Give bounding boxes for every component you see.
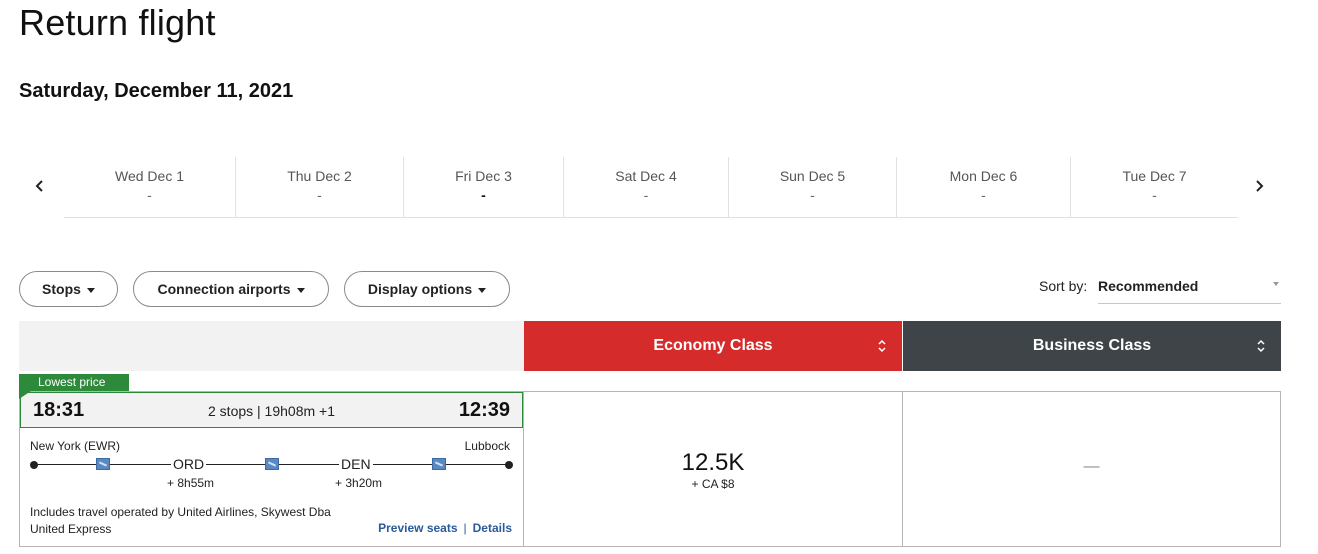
- flight-card: 18:31 2 stops | 19h08m +1 12:39 New York…: [19, 391, 524, 547]
- link-separator: |: [463, 521, 467, 535]
- date-cell-dec-3[interactable]: Fri Dec 3 -: [404, 157, 564, 217]
- layover-ord: + 8h55m: [167, 476, 215, 490]
- sort-select[interactable]: Recommended: [1098, 270, 1281, 304]
- stop-code-ord: ORD: [171, 456, 207, 472]
- connection-airports-filter-button[interactable]: Connection airports: [133, 271, 329, 307]
- caret-down-icon: [296, 287, 305, 293]
- display-options-filter-label: Display options: [367, 281, 473, 297]
- date-price: -: [147, 187, 152, 203]
- layover-den: + 3h20m: [335, 476, 383, 490]
- date-strip: Wed Dec 1 - Thu Dec 2 - Fri Dec 3 - Sat …: [64, 157, 1238, 218]
- date-cell-dec-7[interactable]: Tue Dec 7 -: [1071, 157, 1238, 217]
- date-heading: Saturday, December 11, 2021: [19, 80, 294, 102]
- date-label: Fri Dec 3: [455, 168, 512, 184]
- sort-toggle-icon: [1257, 339, 1265, 353]
- operated-by-text: Includes travel operated by United Airli…: [30, 505, 331, 536]
- economy-class-header[interactable]: Economy Class: [524, 321, 902, 371]
- economy-fare-cell[interactable]: 12.5K + CA $8: [524, 391, 903, 547]
- date-price: -: [1152, 187, 1157, 203]
- airline-logo-icon: [265, 458, 279, 470]
- airline-logo-icon: [432, 458, 446, 470]
- date-label: Tue Dec 7: [1122, 168, 1187, 184]
- date-label: Wed Dec 1: [115, 168, 184, 184]
- destination-airport: Lubbock: [464, 439, 510, 453]
- date-price: -: [810, 187, 815, 203]
- sort-label: Sort by:: [1039, 278, 1088, 294]
- stops-duration: 2 stops | 19h08m +1: [208, 403, 335, 419]
- caret-down-icon: [1273, 282, 1279, 286]
- stops-filter-label: Stops: [42, 281, 81, 297]
- details-link[interactable]: Details: [473, 521, 512, 535]
- business-price-unavailable: —: [1083, 458, 1100, 475]
- economy-tax: + CA $8: [691, 477, 735, 491]
- date-label: Mon Dec 6: [949, 168, 1018, 184]
- caret-down-icon: [478, 287, 487, 293]
- date-label: Sun Dec 5: [779, 168, 846, 184]
- business-fare-cell: —: [903, 391, 1281, 547]
- origin-dot: [30, 461, 38, 469]
- arrival-time: 12:39: [458, 399, 510, 421]
- date-cell-dec-5[interactable]: Sun Dec 5 -: [729, 157, 897, 217]
- display-options-filter-button[interactable]: Display options: [344, 271, 510, 307]
- date-label: Sat Dec 4: [615, 168, 677, 184]
- date-cell-dec-1[interactable]: Wed Dec 1 -: [64, 157, 236, 217]
- destination-dot: [505, 461, 513, 469]
- economy-class-label: Economy Class: [653, 337, 773, 354]
- business-class-header[interactable]: Business Class: [903, 321, 1281, 371]
- date-price: -: [981, 187, 986, 203]
- chevron-right-icon: [1256, 180, 1264, 192]
- stops-filter-button[interactable]: Stops: [19, 271, 118, 307]
- carousel-prev-button[interactable]: [29, 175, 51, 197]
- origin-airport: New York (EWR): [30, 439, 121, 453]
- page-title: Return flight: [19, 2, 216, 43]
- card-links: Preview seats | Details: [378, 521, 512, 535]
- date-cell-dec-4[interactable]: Sat Dec 4 -: [564, 157, 729, 217]
- date-price: -: [643, 187, 649, 203]
- caret-down-icon: [86, 287, 95, 293]
- flight-summary: 18:31 2 stops | 19h08m +1 12:39: [20, 392, 523, 428]
- sort-toggle-icon: [878, 339, 886, 353]
- date-label: Thu Dec 2: [287, 168, 352, 184]
- chevron-left-icon: [35, 180, 43, 192]
- results-header-spacer: [19, 321, 524, 371]
- date-cell-dec-2[interactable]: Thu Dec 2 -: [236, 157, 404, 217]
- route-diagram: ORD + 8h55m DEN + 3h20m: [30, 456, 513, 496]
- business-class-label: Business Class: [1032, 337, 1152, 354]
- date-price: -: [481, 187, 486, 203]
- economy-price: 12.5K: [681, 449, 745, 476]
- date-carousel: Wed Dec 1 - Thu Dec 2 - Fri Dec 3 - Sat …: [19, 157, 1281, 219]
- lowest-price-badge: Lowest price: [19, 374, 129, 391]
- date-cell-dec-6[interactable]: Mon Dec 6 -: [897, 157, 1071, 217]
- badge-pointer: [19, 391, 31, 399]
- preview-seats-link[interactable]: Preview seats: [378, 521, 457, 535]
- sort-value: Recommended: [1098, 278, 1199, 294]
- connection-airports-filter-label: Connection airports: [157, 281, 291, 297]
- airline-logo-icon: [96, 458, 110, 470]
- date-price: -: [317, 187, 322, 203]
- carousel-next-button[interactable]: [1248, 175, 1270, 197]
- stop-code-den: DEN: [339, 456, 373, 472]
